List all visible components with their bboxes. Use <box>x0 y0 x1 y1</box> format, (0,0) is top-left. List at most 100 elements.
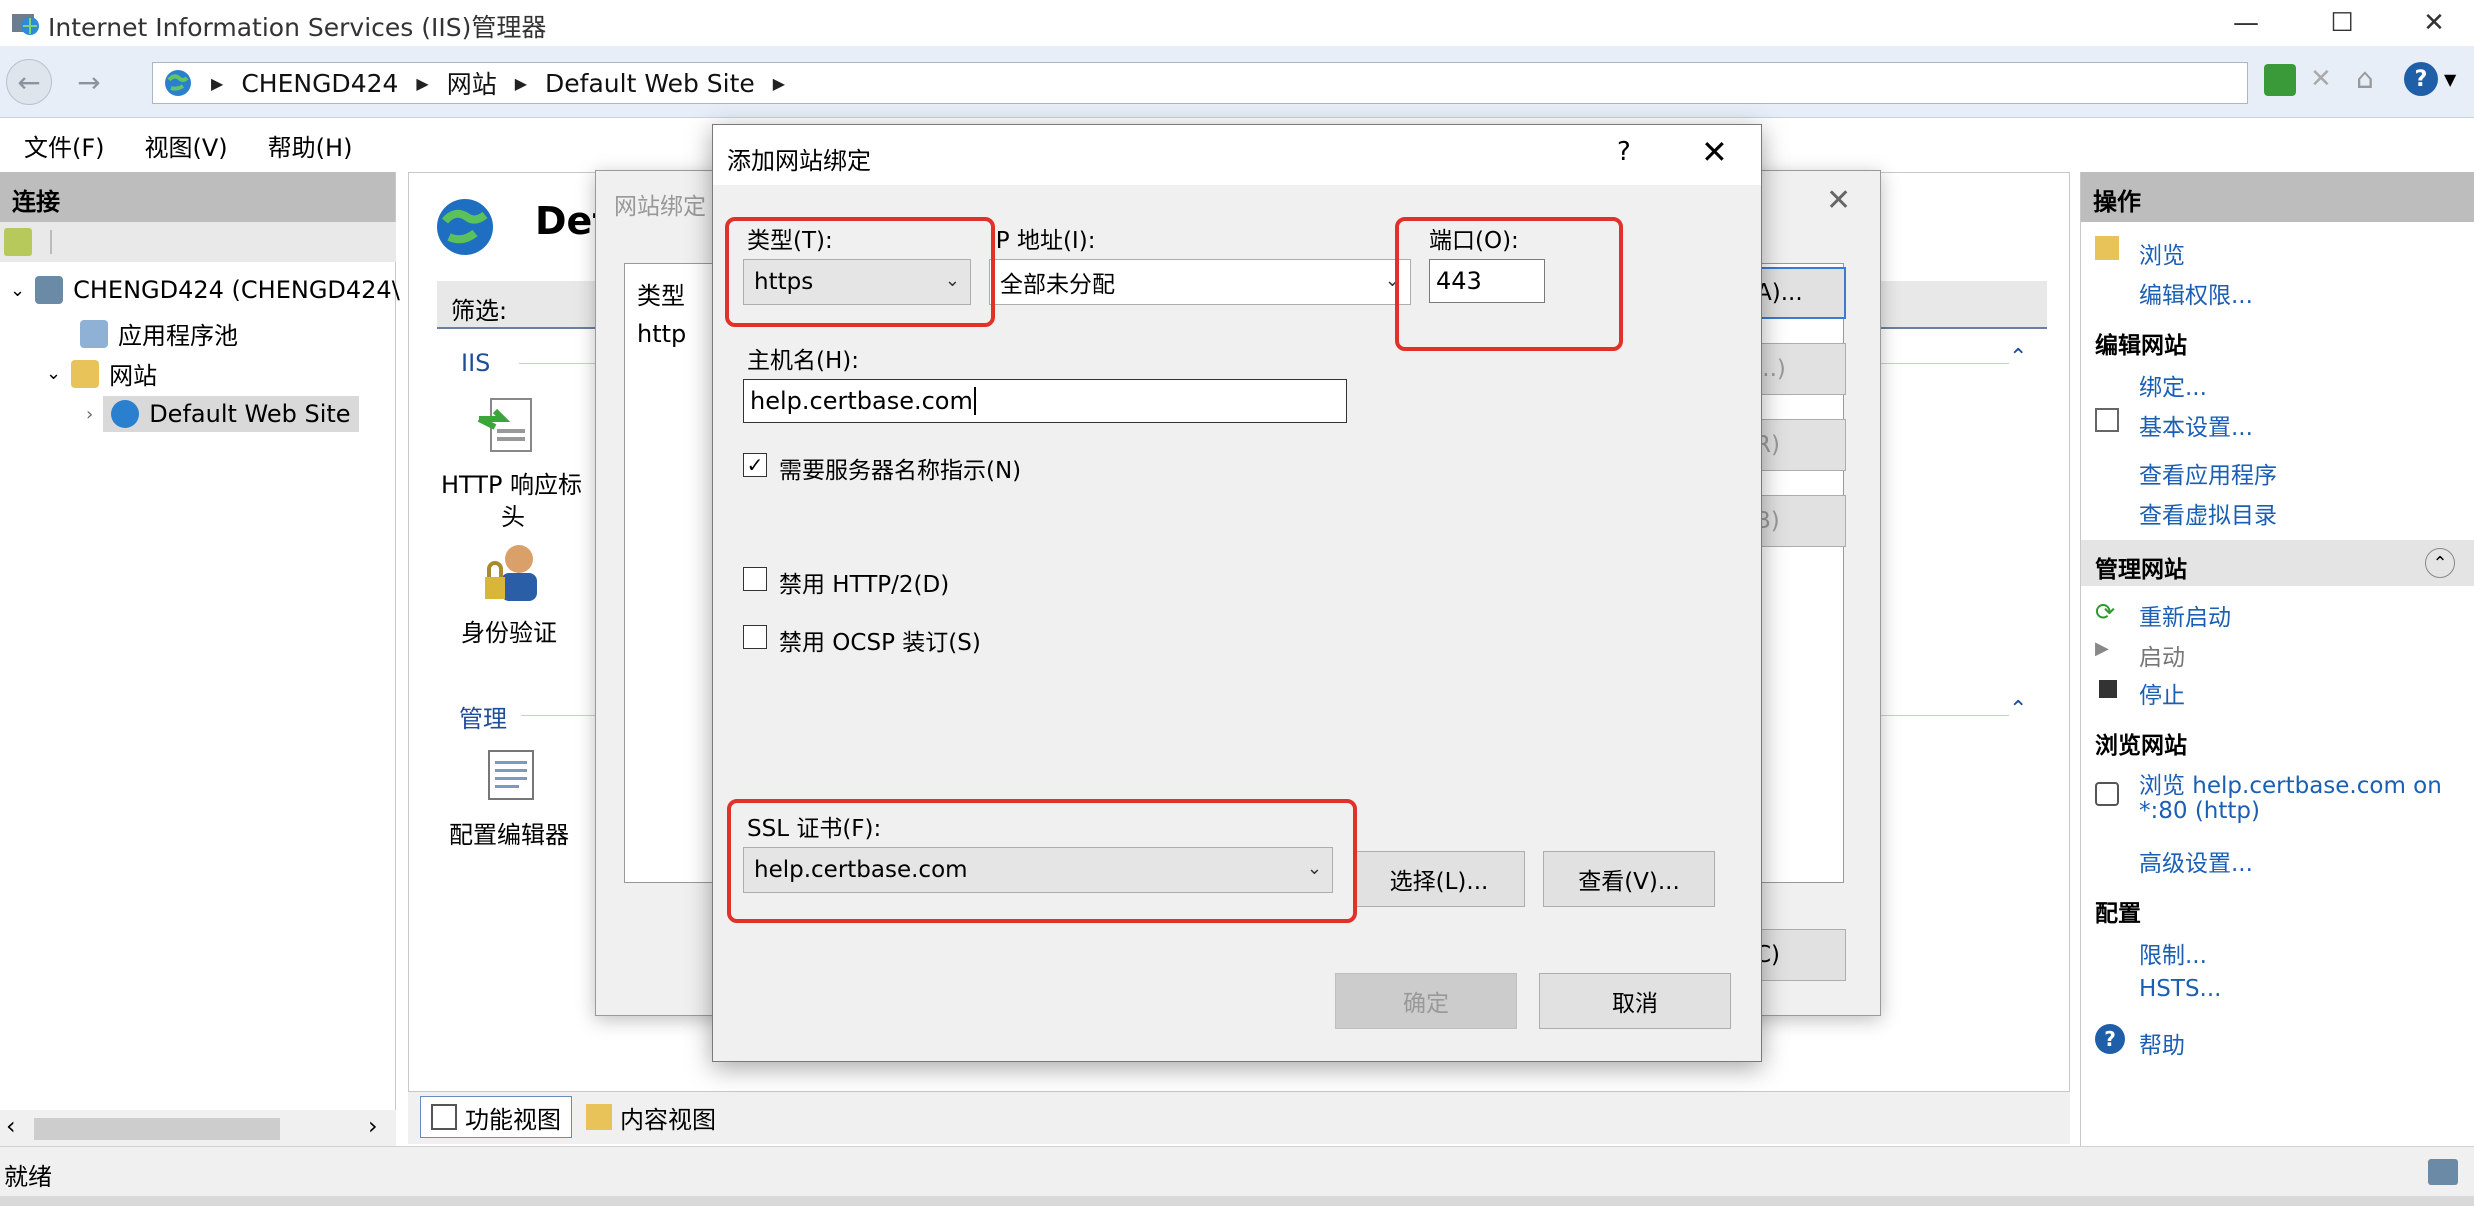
action-help[interactable]: 帮助 <box>2139 1026 2185 1060</box>
authentication-icon[interactable] <box>479 541 543 605</box>
ocsp-checkbox[interactable] <box>743 625 767 649</box>
sni-checkbox[interactable]: ✓ <box>743 453 767 477</box>
action-stop[interactable]: 停止 <box>2139 676 2185 710</box>
collapse-manage-site-icon[interactable]: ⌃ <box>2425 548 2455 578</box>
collapse-manage-icon[interactable]: ⌃ <box>2009 697 2027 722</box>
help-icon[interactable]: ? <box>2404 62 2438 96</box>
scroll-right-icon[interactable]: › <box>368 1112 378 1140</box>
chevron-down-icon[interactable]: ⌄ <box>46 363 61 384</box>
tree-default-site[interactable]: › Default Web Site <box>86 394 359 434</box>
scroll-thumb[interactable] <box>34 1118 280 1140</box>
dialog-close-icon[interactable]: ✕ <box>1701 133 1728 171</box>
action-browse-link-2[interactable]: *:80 (http) <box>2139 798 2260 824</box>
config-editor-icon[interactable] <box>483 747 539 803</box>
globe-icon <box>111 400 140 428</box>
http-headers-icon[interactable] <box>477 393 541 457</box>
http-headers-label-2[interactable]: 头 <box>501 497 525 532</box>
dialog-help-button[interactable]: ? <box>1617 137 1631 167</box>
ok-button[interactable]: 确定 <box>1335 973 1517 1029</box>
chevron-right-icon[interactable]: ▶ <box>211 74 223 93</box>
tree-server[interactable]: ⌄ CHENGD424 (CHENGD424\ <box>10 276 400 304</box>
sni-label[interactable]: 需要服务器名称指示(N) <box>779 451 1021 485</box>
chevron-right-icon[interactable]: ▶ <box>773 74 785 93</box>
chevron-right-icon[interactable]: ▶ <box>515 74 527 93</box>
horizontal-scrollbar[interactable]: ‹ › <box>0 1110 396 1146</box>
close-bindings-button[interactable]: C) <box>1748 929 1846 981</box>
action-restart[interactable]: 重新启动 <box>2139 598 2231 632</box>
http-headers-label[interactable]: HTTP 响应标 <box>441 465 582 500</box>
help-icon: ? <box>2095 1024 2125 1054</box>
new-connection-icon[interactable] <box>4 228 32 256</box>
add-binding-button[interactable]: A)... <box>1748 267 1846 319</box>
breadcrumb-sites[interactable]: 网站 <box>447 65 497 101</box>
refresh-icon[interactable] <box>2264 64 2296 96</box>
stop-icon[interactable]: ✕ <box>2310 64 2342 96</box>
http2-checkbox[interactable] <box>743 567 767 591</box>
collapse-iis-icon[interactable]: ⌃ <box>2009 345 2027 370</box>
ip-label: IP 地址(I): <box>989 228 1096 254</box>
section-edit-site: 编辑网站 <box>2095 333 2187 359</box>
chevron-right-icon[interactable]: ▶ <box>416 74 428 93</box>
browse-binding-button[interactable]: B) <box>1748 495 1846 547</box>
menu-help[interactable]: 帮助(H) <box>268 128 353 163</box>
ok-button-label: 确定 <box>1403 991 1449 1017</box>
group-manage-label: 管理 <box>459 705 507 733</box>
tab-features-view-label: 功能视图 <box>465 1105 561 1134</box>
bindings-row-type[interactable]: http <box>637 320 686 348</box>
edit-binding-button[interactable]: ...) <box>1748 343 1846 395</box>
stop-icon <box>2099 680 2117 698</box>
tab-content-view[interactable]: 内容视图 <box>576 1096 726 1138</box>
section-browse-site: 浏览网站 <box>2095 733 2187 759</box>
action-view-vdirs[interactable]: 查看虚拟目录 <box>2139 496 2277 530</box>
authentication-label[interactable]: 身份验证 <box>461 613 557 648</box>
ip-select[interactable]: 全部未分配 ⌄ <box>989 259 1411 305</box>
chevron-down-icon[interactable]: ▼ <box>2444 70 2456 89</box>
connections-toolbar <box>0 222 396 262</box>
remove-binding-button[interactable]: R) <box>1748 419 1846 471</box>
action-hsts[interactable]: HSTS... <box>2139 976 2221 1002</box>
chevron-down-icon[interactable]: ⌄ <box>10 280 25 301</box>
select-cert-button[interactable]: 选择(L)... <box>1353 851 1525 907</box>
maximize-button[interactable]: ☐ <box>2296 0 2388 46</box>
dialog-title-bar: 添加网站绑定 ? ✕ <box>713 125 1761 185</box>
action-view-apps[interactable]: 查看应用程序 <box>2139 456 2277 490</box>
home-icon[interactable]: ⌂ <box>2356 62 2388 95</box>
view-cert-button[interactable]: 查看(V)... <box>1543 851 1715 907</box>
close-button[interactable]: ✕ <box>2388 0 2474 46</box>
breadcrumb-server[interactable]: CHENGD424 <box>241 69 398 98</box>
action-basic-settings[interactable]: 基本设置... <box>2139 408 2253 442</box>
tree-sites-label: 网站 <box>109 362 158 390</box>
forward-button[interactable]: → <box>66 59 112 105</box>
action-browse-link-1[interactable]: 浏览 help.certbase.com on <box>2139 766 2442 800</box>
host-input[interactable]: help.certbase.com <box>743 379 1347 423</box>
tree-apppools[interactable]: 应用程序池 <box>80 316 238 351</box>
group-iis-label: IIS <box>461 349 491 377</box>
cancel-button-label: 取消 <box>1612 991 1658 1017</box>
site-globe-icon <box>435 197 495 257</box>
add-site-binding-dialog: 添加网站绑定 ? ✕ 类型(T): https ⌄ IP 地址(I): 全部未分… <box>712 124 1762 1062</box>
ocsp-label[interactable]: 禁用 OCSP 装订(S) <box>779 623 981 657</box>
tab-features-view[interactable]: 功能视图 <box>420 1096 572 1138</box>
iis-app-icon <box>10 8 40 38</box>
chevron-right-icon[interactable]: › <box>86 404 93 425</box>
action-edit-permissions[interactable]: 编辑权限... <box>2139 276 2253 310</box>
site-bindings-close-icon[interactable]: ✕ <box>1826 183 1851 218</box>
action-bindings[interactable]: 绑定... <box>2139 368 2207 402</box>
back-button[interactable]: ← <box>6 59 52 105</box>
cancel-button[interactable]: 取消 <box>1539 973 1731 1029</box>
http2-label[interactable]: 禁用 HTTP/2(D) <box>779 565 949 599</box>
tree-sites[interactable]: ⌄ 网站 <box>46 356 157 391</box>
config-editor-label[interactable]: 配置编辑器 <box>449 815 569 850</box>
minimize-button[interactable]: — <box>2200 0 2292 46</box>
breadcrumb-site[interactable]: Default Web Site <box>545 69 755 98</box>
connections-title: 连接 <box>0 172 395 222</box>
filter-label: 筛选: <box>451 297 508 325</box>
action-limits[interactable]: 限制... <box>2139 936 2207 970</box>
action-browse[interactable]: 浏览 <box>2139 236 2185 270</box>
menu-view[interactable]: 视图(V) <box>145 128 228 163</box>
address-path[interactable]: ▶ CHENGD424 ▶ 网站 ▶ Default Web Site ▶ <box>152 62 2248 104</box>
host-label: 主机名(H): <box>747 348 859 374</box>
action-advanced-settings[interactable]: 高级设置... <box>2139 844 2253 878</box>
scroll-left-icon[interactable]: ‹ <box>6 1112 16 1140</box>
menu-file[interactable]: 文件(F) <box>24 128 105 163</box>
